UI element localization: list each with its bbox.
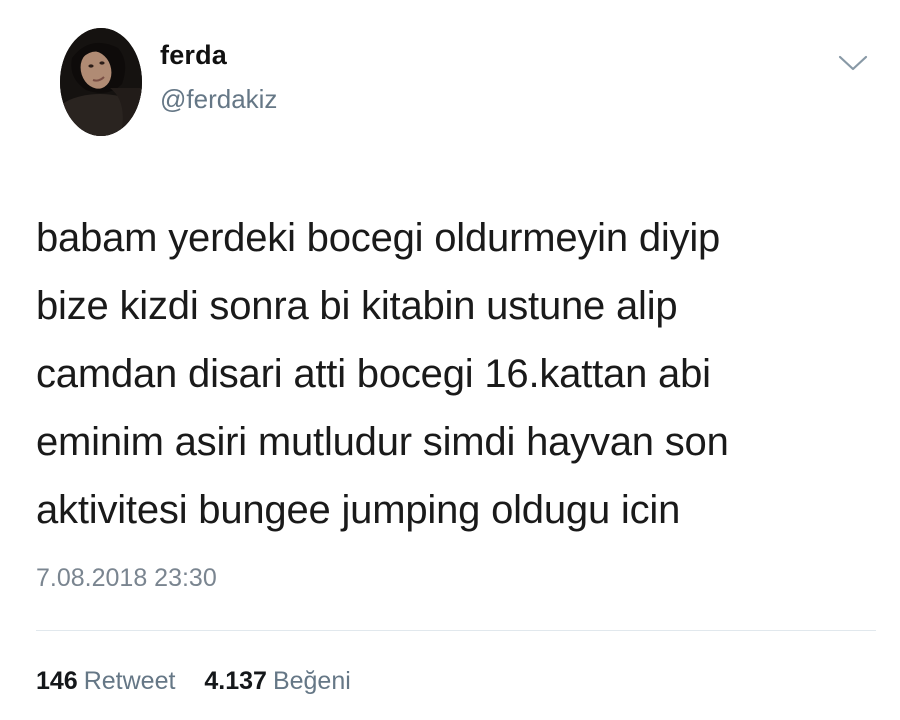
tweet-timestamp[interactable]: 7.08.2018 23:30 [36,564,217,593]
tweet-text-line: aktivitesi bungee jumping oldugu icin [36,488,681,532]
like-label: Beğeni [272,667,351,695]
retweet-stat[interactable]: 146 Retweet [36,667,175,696]
user-handle[interactable]: @ferdakiz [160,84,277,115]
like-count: 4.137 [204,667,267,695]
avatar[interactable] [60,28,142,136]
tweet-text: babam yerdeki bocegi oldurmeyin diyip bi… [36,204,876,544]
retweet-label: Retweet [83,667,176,695]
tweet-text-line: eminim asiri mutludur simdi hayvan son [36,420,729,464]
tweet-card: ferda @ferdakiz babam yerdeki bocegi old… [0,0,900,720]
engagement-stats: 146 Retweet 4.137 Beğeni [36,667,373,696]
chevron-down-icon[interactable] [836,52,870,74]
divider [36,630,876,631]
like-stat[interactable]: 4.137 Beğeni [204,667,350,696]
profile-photo-icon [60,28,142,136]
tweet-text-line: babam yerdeki bocegi oldurmeyin diyip [36,216,721,260]
tweet-text-line: camdan disari atti bocegi 16.kattan abi [36,352,711,396]
tweet-text-line: bize kizdi sonra bi kitabin ustune alip [36,284,678,328]
retweet-count: 146 [36,667,78,695]
display-name[interactable]: ferda [160,40,227,71]
